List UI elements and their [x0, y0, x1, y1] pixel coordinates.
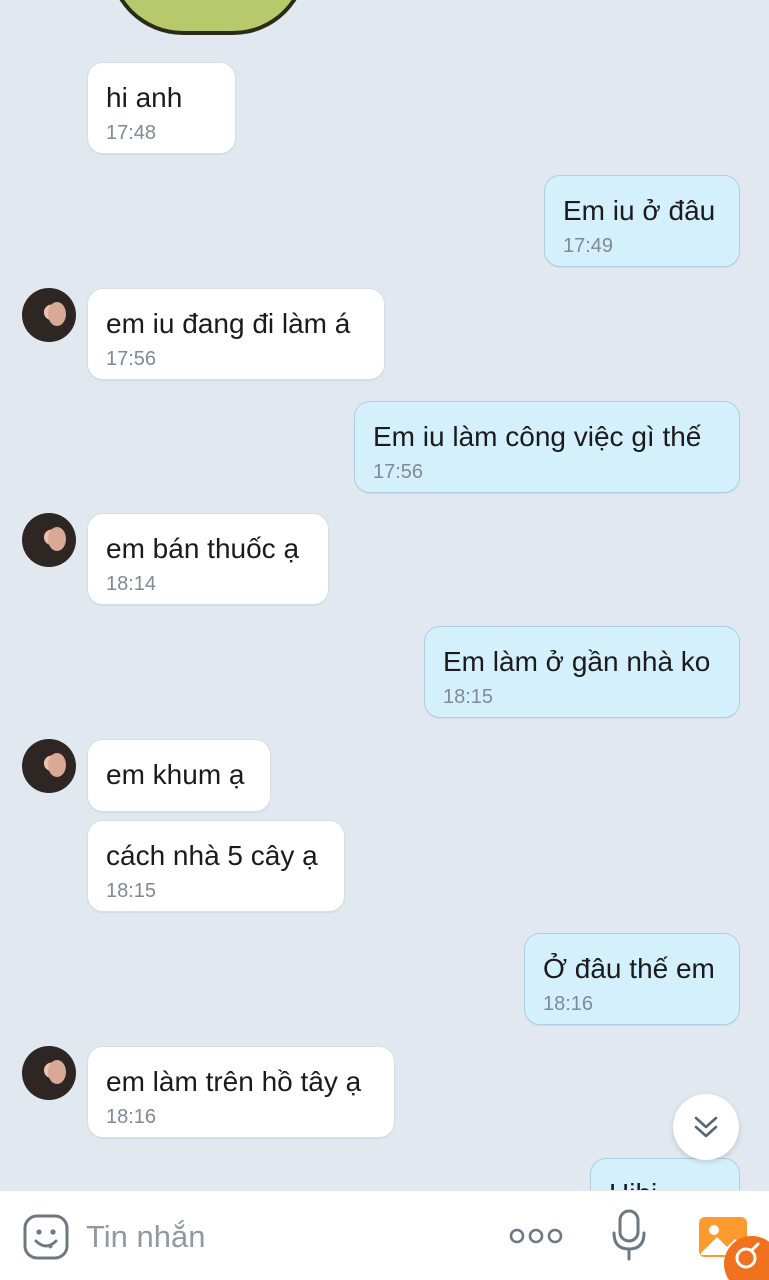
avatar[interactable]: [22, 1046, 76, 1100]
message-time: 17:56: [106, 348, 157, 370]
message-time: 18:16: [106, 1106, 157, 1128]
message-time: 17:49: [563, 235, 614, 257]
message-bubble[interactable]: Ở đâu thế em 18:16: [524, 933, 740, 1025]
sticker-image[interactable]: [108, 0, 308, 35]
message-bubble[interactable]: hi anh 17:48: [87, 62, 236, 154]
message-bubble[interactable]: em bán thuốc ạ 18:14: [87, 513, 329, 605]
avatar[interactable]: [22, 739, 76, 793]
message-text: Ở đâu thế em: [543, 953, 715, 984]
more-dots-icon: [509, 1228, 563, 1244]
message-time: 18:15: [106, 880, 157, 902]
microphone-icon: [612, 1209, 646, 1261]
double-chevron-down-icon: [694, 1116, 718, 1138]
message-bubble[interactable]: em iu đang đi làm á 17:56: [87, 288, 385, 380]
chat-bubble-icon: [735, 1242, 760, 1269]
avatar[interactable]: [22, 513, 76, 567]
message-text: cách nhà 5 cây ạ: [106, 840, 318, 871]
voice-button[interactable]: [610, 1207, 648, 1263]
message-bubble[interactable]: em khum ạ: [87, 739, 271, 812]
message-text: em iu đang đi làm á: [106, 308, 351, 339]
message-time: 18:14: [106, 573, 157, 595]
message-text: em khum ạ: [106, 759, 245, 790]
message-text: Hihi: [609, 1177, 721, 1190]
message-bubble[interactable]: Hihi: [590, 1158, 740, 1190]
message-text: Em iu ở đâu: [563, 195, 716, 226]
message-text: em bán thuốc ạ: [106, 533, 300, 564]
scroll-to-bottom-button[interactable]: [673, 1094, 739, 1160]
message-time: 17:48: [106, 122, 157, 144]
message-bubble[interactable]: em làm trên hồ tây ạ 18:16: [87, 1046, 395, 1138]
more-options-button[interactable]: [508, 1221, 564, 1251]
message-time: 18:16: [543, 993, 594, 1015]
message-time: 18:15: [443, 686, 494, 708]
message-text: em làm trên hồ tây ạ: [106, 1066, 362, 1097]
message-bubble[interactable]: Em iu làm công việc gì thế 17:56: [354, 401, 740, 493]
message-bubble[interactable]: cách nhà 5 cây ạ 18:15: [87, 820, 345, 912]
floating-badge[interactable]: [724, 1236, 769, 1280]
message-text: hi anh: [106, 82, 183, 113]
chat-area[interactable]: hi anh 17:48 Em iu ở đâu 17:49 em iu đan…: [0, 0, 769, 1190]
message-composer: [0, 1190, 769, 1280]
message-text: Em làm ở gần nhà ko: [443, 646, 711, 677]
sticker-emoji-icon: [23, 1214, 69, 1260]
sticker-button[interactable]: [22, 1213, 70, 1261]
message-text: Em iu làm công việc gì thế: [373, 421, 702, 452]
message-bubble[interactable]: Em iu ở đâu 17:49: [544, 175, 740, 267]
message-input[interactable]: [86, 1215, 446, 1259]
message-bubble[interactable]: Em làm ở gần nhà ko 18:15: [424, 626, 740, 718]
avatar[interactable]: [22, 288, 76, 342]
message-time: 17:56: [373, 461, 424, 483]
